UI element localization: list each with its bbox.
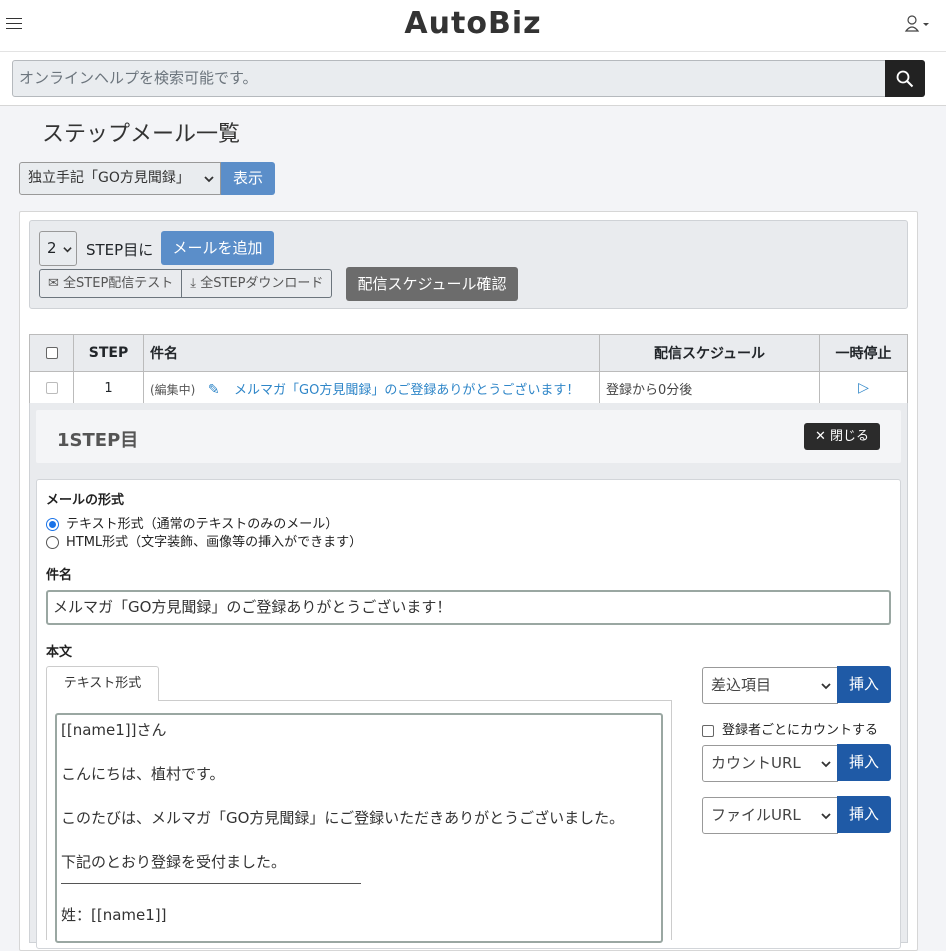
row-select-cell <box>29 371 74 405</box>
body-line: 下記のとおり登録を受付ました。 <box>61 853 287 871</box>
body-label: 本文 <box>46 645 73 660</box>
tab-text-format[interactable]: テキスト形式 <box>46 666 159 701</box>
count-url-select[interactable]: カウントURL <box>702 745 838 782</box>
format-option-html[interactable]: HTML形式（文字装飾、画像等の挿入ができます） <box>46 531 362 550</box>
insert-count-url-button[interactable]: 挿入 <box>837 744 891 781</box>
header-schedule: 配信スケジュール <box>599 334 820 372</box>
chevron-down-icon <box>204 176 214 183</box>
body-textarea[interactable]: [[name1]]さん こんにちは、植村です。 このたびは、メルマガ「GO方見聞… <box>55 713 663 943</box>
format-label: メールの形式 <box>46 493 125 508</box>
chevron-down-icon <box>821 761 831 768</box>
count-per-user-label: 登録者ごとにカウントする <box>722 723 879 738</box>
count-per-user-checkbox[interactable] <box>702 724 714 737</box>
insert-field-select[interactable]: 差込項目 <box>702 667 838 704</box>
body-separator-line <box>61 883 361 884</box>
format-html-label: HTML形式（文字装飾、画像等の挿入ができます） <box>66 535 363 550</box>
body-line: [[name1]]さん <box>61 721 167 739</box>
search-icon <box>896 70 914 88</box>
count-per-user-option[interactable]: 登録者ごとにカウントする <box>702 719 878 738</box>
row-schedule: 登録から0分後 <box>599 371 820 405</box>
close-button[interactable]: ✕ 閉じる <box>804 423 880 450</box>
step-detail-header <box>36 410 901 463</box>
test-all-steps-button[interactable]: ✉ 全STEP配信テスト <box>39 269 183 298</box>
subject-label: 件名 <box>46 568 73 583</box>
page-title: ステップメール一覧 <box>42 122 241 147</box>
pencil-icon[interactable]: ✎ <box>208 382 220 398</box>
step-action-group: ✉ 全STEP配信テスト ⤓ 全STEPダウンロード <box>39 269 333 298</box>
step-number-select[interactable]: 2 <box>39 231 77 266</box>
file-url-select-value: ファイルURL <box>711 806 801 824</box>
close-icon: ✕ <box>814 429 826 444</box>
schedule-check-button[interactable]: 配信スケジュール確認 <box>346 267 518 301</box>
user-menu-icon[interactable] <box>904 14 932 34</box>
row-checkbox[interactable] <box>45 382 58 394</box>
row-subject-link[interactable]: メルマガ「GO方見聞録」のご登録ありがとうございます！ <box>234 383 579 398</box>
format-html-radio[interactable] <box>46 536 59 549</box>
insert-field-button[interactable]: 挿入 <box>837 666 891 703</box>
top-bar: AutoBiz <box>0 0 946 52</box>
row-step: 1 <box>73 371 144 405</box>
row-editing-status: (編集中) <box>150 382 196 397</box>
select-all-header <box>29 334 74 372</box>
app-logo[interactable]: AutoBiz <box>0 6 946 41</box>
select-all-checkbox[interactable] <box>45 347 58 359</box>
insert-file-url-button[interactable]: 挿入 <box>837 796 891 833</box>
table-header-row: STEP 件名 配信スケジュール 一時停止 <box>29 334 908 372</box>
body-line: このたびは、メルマガ「GO方見聞録」にご登録いただきありがとうございました。 <box>61 809 625 827</box>
test-all-steps-label: 全STEP配信テスト <box>63 276 174 291</box>
header-subject: 件名 <box>143 334 600 372</box>
step-detail-title: 1STEP目 <box>57 430 139 451</box>
add-mail-button[interactable]: メールを追加 <box>161 231 274 265</box>
subject-field[interactable]: メルマガ「GO方見聞録」のご登録ありがとうございます！ <box>46 590 891 625</box>
file-url-select[interactable]: ファイルURL <box>702 797 838 834</box>
scenario-select-value: 独立手記「GO方見聞録」 <box>28 170 190 186</box>
tab-border-left <box>46 700 47 940</box>
header-step: STEP <box>73 334 144 372</box>
chevron-down-icon <box>821 683 831 690</box>
show-button[interactable]: 表示 <box>221 162 275 195</box>
download-all-steps-button[interactable]: ⤓ 全STEPダウンロード <box>182 269 333 298</box>
chevron-down-icon <box>63 247 72 253</box>
format-option-text[interactable]: テキスト形式（通常のテキストのみのメール） <box>46 513 338 532</box>
tab-divider <box>159 700 671 701</box>
table-row[interactable]: 1 (編集中) ✎ メルマガ「GO方見聞録」のご登録ありがとうございます！ 登録… <box>29 371 908 405</box>
chevron-down-icon <box>821 813 831 820</box>
search-button[interactable] <box>885 60 925 97</box>
help-search-input[interactable]: オンラインヘルプを検索可能です。 <box>12 60 886 97</box>
search-row: オンラインヘルプを検索可能です。 <box>0 52 946 106</box>
format-text-label: テキスト形式（通常のテキストのみのメール） <box>66 517 339 532</box>
body-line: こんにちは、植村です。 <box>61 765 225 783</box>
header-pause: 一時停止 <box>819 334 908 372</box>
step-number-value: 2 <box>47 239 57 257</box>
download-all-steps-label: 全STEPダウンロード <box>200 276 324 291</box>
body-line: 姓：[[name1]] <box>61 906 167 924</box>
scenario-select[interactable]: 独立手記「GO方見聞録」 <box>19 162 221 195</box>
format-text-radio[interactable] <box>46 518 59 531</box>
row-pause-toggle[interactable]: ▷ <box>819 371 908 405</box>
insert-field-select-value: 差込項目 <box>711 676 772 694</box>
count-url-select-value: カウントURL <box>711 754 801 772</box>
step-table: STEP 件名 配信スケジュール 一時停止 1 (編集中) ✎ メルマガ「GO方… <box>29 334 908 405</box>
tab-border-right <box>671 700 672 940</box>
row-subject-cell: (編集中) ✎ メルマガ「GO方見聞録」のご登録ありがとうございます！ <box>143 371 600 405</box>
step-suffix-label: STEP目に <box>86 241 154 259</box>
envelope-icon: ✉ <box>48 276 59 291</box>
download-icon: ⤓ <box>190 276 197 291</box>
close-label: 閉じる <box>830 429 870 444</box>
